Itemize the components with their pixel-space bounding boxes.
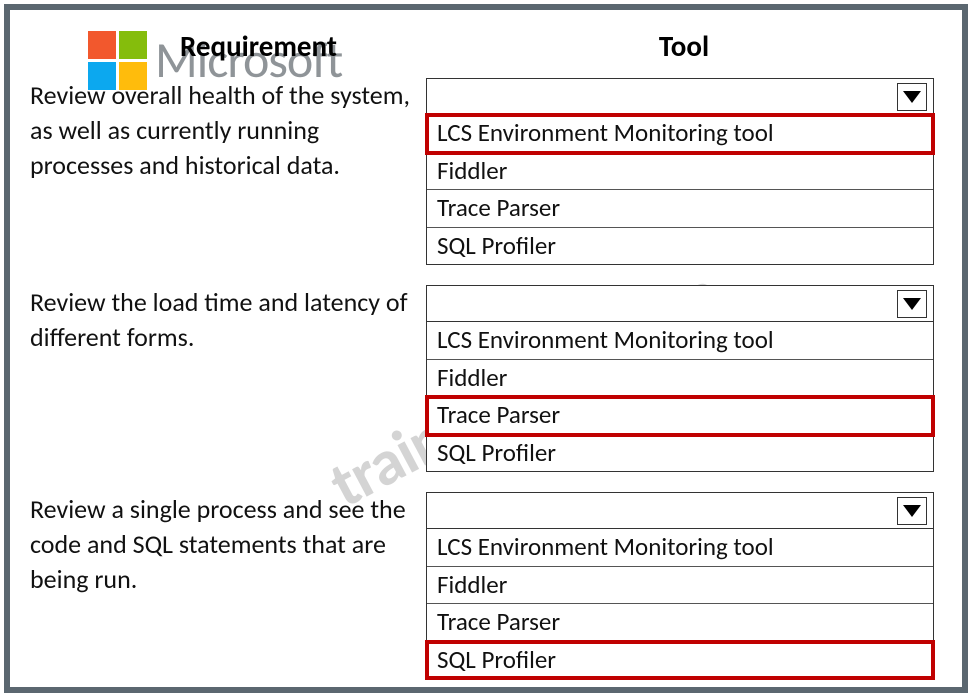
dropdown-option[interactable]: SQL Profiler xyxy=(427,435,933,472)
dropdown-option[interactable]: Trace Parser xyxy=(427,604,933,642)
dropdown-list: LCS Environment Monitoring tool Fiddler … xyxy=(427,529,933,678)
requirement-text: Review a single process and see the code… xyxy=(30,492,426,597)
dropdown-option[interactable]: Trace Parser xyxy=(427,190,933,228)
dropdown-option[interactable]: LCS Environment Monitoring tool xyxy=(427,529,933,567)
tool-dropdown[interactable]: LCS Environment Monitoring tool Fiddler … xyxy=(426,285,934,472)
content-area: Requirement Tool Review overall health o… xyxy=(10,10,962,679)
dropdown-option[interactable]: Fiddler xyxy=(427,360,933,398)
dropdown-option[interactable]: LCS Environment Monitoring tool xyxy=(427,115,933,153)
dropdown-option[interactable]: SQL Profiler xyxy=(427,642,933,679)
rows-container: Review overall health of the system, as … xyxy=(30,78,942,679)
table-row: Review a single process and see the code… xyxy=(30,492,942,679)
dropdown-option[interactable]: LCS Environment Monitoring tool xyxy=(427,322,933,360)
dropdown-header[interactable] xyxy=(427,79,933,115)
header-requirement: Requirement xyxy=(30,28,426,78)
header-tool: Tool xyxy=(426,28,942,78)
chevron-down-icon[interactable] xyxy=(897,290,927,318)
main-frame: Microsoft trainingquiz.com Requirement T… xyxy=(4,4,968,693)
dropdown-option[interactable]: SQL Profiler xyxy=(427,228,933,265)
chevron-down-icon[interactable] xyxy=(897,497,927,525)
dropdown-header[interactable] xyxy=(427,493,933,529)
dropdown-list: LCS Environment Monitoring tool Fiddler … xyxy=(427,115,933,264)
chevron-down-icon[interactable] xyxy=(897,83,927,111)
requirement-text: Review overall health of the system, as … xyxy=(30,78,426,183)
table-row: Review the load time and latency of diff… xyxy=(30,285,942,472)
dropdown-option[interactable]: Fiddler xyxy=(427,567,933,605)
header-row: Requirement Tool xyxy=(30,28,942,78)
dropdown-option[interactable]: Trace Parser xyxy=(427,397,933,435)
tool-dropdown[interactable]: LCS Environment Monitoring tool Fiddler … xyxy=(426,492,934,679)
requirement-text: Review the load time and latency of diff… xyxy=(30,285,426,355)
table-row: Review overall health of the system, as … xyxy=(30,78,942,265)
dropdown-header[interactable] xyxy=(427,286,933,322)
dropdown-option[interactable]: Fiddler xyxy=(427,153,933,191)
tool-dropdown[interactable]: LCS Environment Monitoring tool Fiddler … xyxy=(426,78,934,265)
dropdown-list: LCS Environment Monitoring tool Fiddler … xyxy=(427,322,933,471)
